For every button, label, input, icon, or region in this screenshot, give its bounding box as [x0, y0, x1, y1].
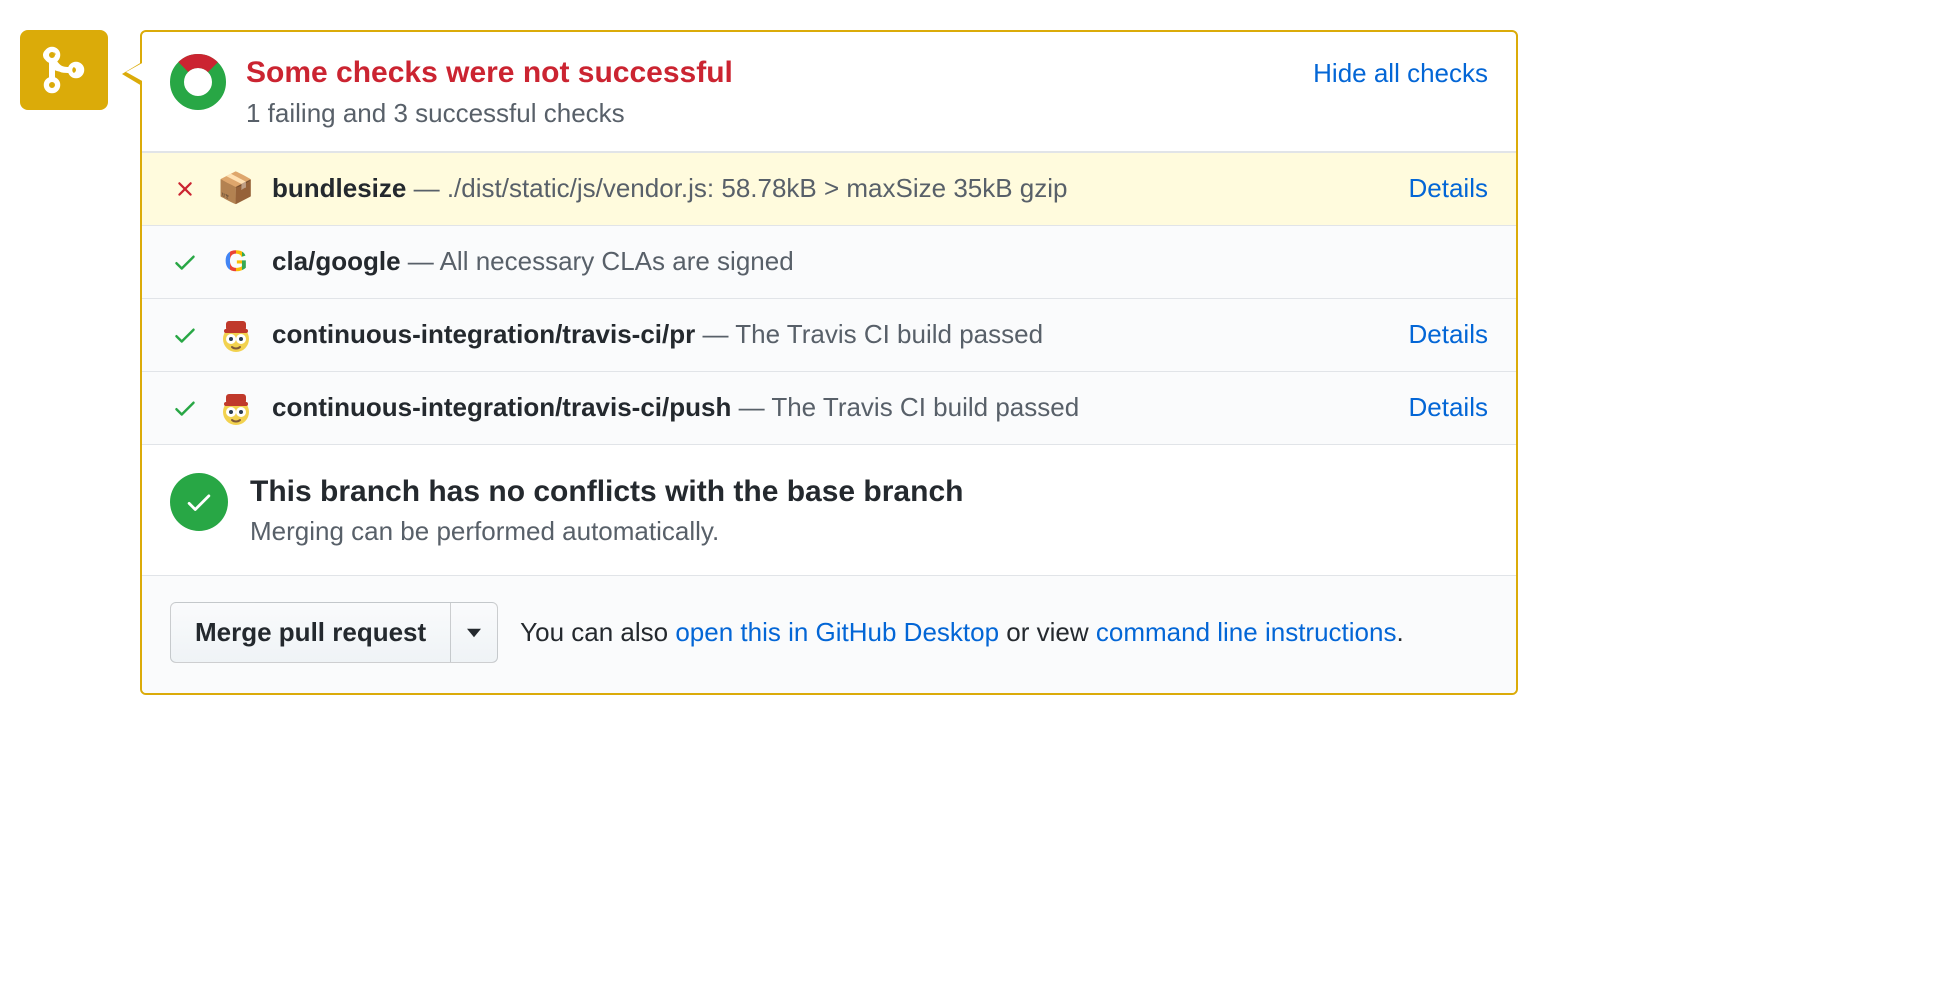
donut-status-icon: [170, 54, 226, 115]
merge-ok-icon: [170, 473, 228, 531]
toggle-checks-link[interactable]: Hide all checks: [1313, 54, 1488, 89]
caret-down-icon: [467, 628, 481, 638]
check-separator: —: [406, 173, 446, 203]
check-name: continuous-integration/travis-ci/push: [272, 392, 731, 422]
check-icon: [170, 249, 200, 275]
checks-summary: Some checks were not successful 1 failin…: [142, 32, 1516, 152]
merge-hint: You can also open this in GitHub Desktop…: [520, 617, 1404, 648]
check-body: continuous-integration/travis-ci/push — …: [272, 392, 1391, 423]
mergeability-subtitle: Merging can be performed automatically.: [250, 516, 963, 547]
check-icon: [170, 395, 200, 421]
check-details-link[interactable]: Details: [1409, 319, 1488, 350]
travis-icon: [218, 390, 254, 426]
check-description: The Travis CI build passed: [771, 392, 1079, 422]
check-row: Gcla/google — All necessary CLAs are sig…: [142, 225, 1516, 298]
merge-options-dropdown[interactable]: [450, 602, 498, 663]
merge-hint-prefix: You can also: [520, 617, 675, 647]
merge-hint-mid: or view: [999, 617, 1096, 647]
check-details-link[interactable]: Details: [1409, 173, 1488, 204]
check-separator: —: [695, 319, 735, 349]
check-separator: —: [401, 246, 440, 276]
command-line-instructions-link[interactable]: command line instructions: [1096, 617, 1397, 647]
check-separator: —: [731, 392, 771, 422]
check-body: bundlesize — ./dist/static/js/vendor.js:…: [272, 173, 1391, 204]
merge-pull-request-button[interactable]: Merge pull request: [170, 602, 450, 663]
check-row: continuous-integration/travis-ci/push — …: [142, 371, 1516, 444]
open-github-desktop-link[interactable]: open this in GitHub Desktop: [675, 617, 999, 647]
check-row: continuous-integration/travis-ci/pr — Th…: [142, 298, 1516, 371]
check-row: 📦 bundlesize — ./dist/static/js/vendor.js…: [142, 152, 1516, 225]
checks-summary-title: Some checks were not successful: [246, 54, 1293, 92]
bundlesize-icon: 📦: [218, 171, 254, 207]
check-name: bundlesize: [272, 173, 406, 203]
check-name: cla/google: [272, 246, 401, 276]
check-body: cla/google — All necessary CLAs are sign…: [272, 246, 1488, 277]
merge-hint-suffix: .: [1396, 617, 1403, 647]
google-icon: G: [218, 244, 254, 280]
x-icon: [170, 177, 200, 201]
check-icon: [170, 322, 200, 348]
timeline-badge: [20, 30, 108, 110]
mergeability-title: This branch has no conflicts with the ba…: [250, 473, 963, 511]
check-details-link[interactable]: Details: [1409, 392, 1488, 423]
git-merge-icon: [40, 46, 88, 94]
merge-button-group: Merge pull request: [170, 602, 498, 663]
check-body: continuous-integration/travis-ci/pr — Th…: [272, 319, 1391, 350]
mergeability-section: This branch has no conflicts with the ba…: [142, 444, 1516, 576]
merge-status-box: Some checks were not successful 1 failin…: [140, 30, 1518, 695]
check-name: continuous-integration/travis-ci/pr: [272, 319, 695, 349]
check-description: All necessary CLAs are signed: [440, 246, 794, 276]
merge-actions: Merge pull request You can also open thi…: [142, 575, 1516, 693]
travis-icon: [218, 317, 254, 353]
check-description: ./dist/static/js/vendor.js: 58.78kB > ma…: [447, 173, 1068, 203]
checks-list: 📦 bundlesize — ./dist/static/js/vendor.js…: [142, 152, 1516, 444]
checks-summary-subtitle: 1 failing and 3 successful checks: [246, 98, 1293, 129]
check-description: The Travis CI build passed: [735, 319, 1043, 349]
